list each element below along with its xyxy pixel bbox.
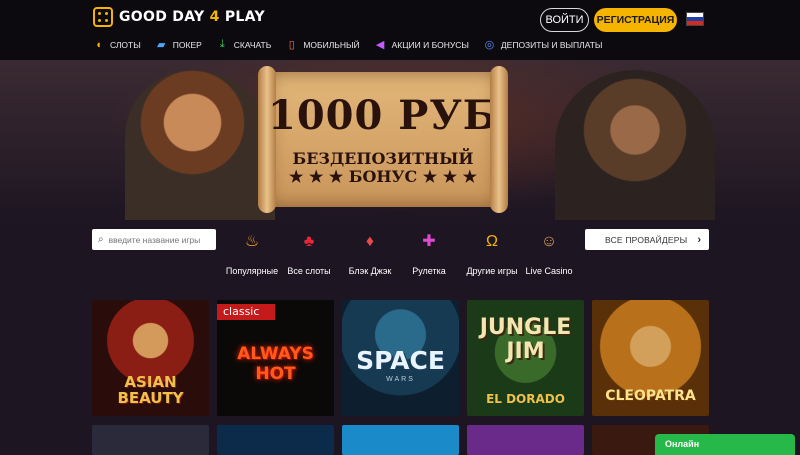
nav-item-mobile[interactable]: ▯ МОБИЛЬНЫЙ: [285, 38, 360, 51]
coins-icon: ◎: [484, 39, 495, 51]
register-button[interactable]: РЕГИСТРАЦИЯ: [594, 8, 677, 32]
search-input[interactable]: [108, 234, 209, 245]
chevron-right-icon: ›: [697, 233, 701, 246]
category-roulette[interactable]: ✚ Рулетка: [397, 231, 461, 276]
search-icon: ⌕: [98, 234, 104, 245]
category-filter: ♨ Популярные ♣ Все слоты ♦ Блэк Джэк ✚ Р…: [220, 231, 580, 279]
category-label: Все слоты: [287, 266, 331, 276]
game-title: ASIAN BEAUTY: [117, 373, 184, 407]
nav-label: СКАЧАТЬ: [233, 39, 272, 50]
nav-item-download[interactable]: ⤓ СКАЧАТЬ: [216, 38, 272, 51]
category-live-casino[interactable]: ☺ Live Casino: [517, 231, 581, 276]
cherries-icon: ♣: [303, 233, 315, 250]
brand-logo[interactable]: GOOD DAY 4 PLAY: [93, 7, 265, 27]
horseshoe-icon: Ω: [486, 233, 498, 250]
nav-item-poker[interactable]: ▰ ПОКЕР: [155, 38, 202, 51]
hero-character-right: [555, 70, 715, 220]
category-popular[interactable]: ♨ Популярные: [220, 231, 284, 276]
nav-label: ПОКЕР: [172, 39, 202, 50]
promo-banner[interactable]: 1000 РУБ БЕЗДЕПОЗИТНЫЙ ★ ★ ★ БОНУС ★ ★ ★: [0, 60, 800, 220]
playing-cards-icon: ♦: [365, 233, 375, 250]
game-tile-always-hot[interactable]: classic ALWAYS HOT: [217, 300, 334, 416]
game-tile-jungle-jim[interactable]: JUNGLE JIM EL DORADO: [467, 300, 584, 416]
category-other-games[interactable]: Ω Другие игры: [460, 231, 524, 276]
nav-item-deposits[interactable]: ◎ ДЕПОЗИТЫ И ВЫПЛАТЫ: [483, 38, 603, 51]
megaphone-icon: ◀: [375, 39, 385, 51]
nav-item-slots[interactable]: ◖ СЛОТЫ: [92, 38, 141, 51]
flame-icon: ♨: [244, 233, 260, 250]
nav-label: АКЦИИ И БОНУСЫ: [391, 39, 469, 50]
game-tile[interactable]: [467, 425, 584, 455]
cards-icon: ▰: [157, 39, 166, 51]
providers-label: ВСЕ ПРОВАЙДЕРЫ: [605, 234, 688, 245]
category-label: Популярные: [225, 266, 279, 276]
category-label: Рулетка: [412, 266, 446, 276]
nav-label: ДЕПОЗИТЫ И ВЫПЛАТЫ: [500, 39, 603, 50]
dice-icon: [93, 7, 113, 27]
russia-flag-icon[interactable]: [686, 12, 704, 26]
lemon-icon: ◖: [95, 38, 102, 51]
game-tile-space-wars[interactable]: SPACE WARS: [342, 300, 459, 416]
download-icon: ⤓: [219, 38, 225, 50]
nav-item-promotions[interactable]: ◀ АКЦИИ И БОНУСЫ: [374, 38, 469, 51]
main-nav: ◖ СЛОТЫ ▰ ПОКЕР ⤓ СКАЧАТЬ ▯ МОБИЛЬНЫЙ ◀ …: [92, 38, 602, 51]
game-tile[interactable]: [92, 425, 209, 455]
game-title: SPACE: [356, 346, 445, 375]
game-title: CLEOPATRA: [605, 388, 696, 404]
nav-label: СЛОТЫ: [110, 39, 141, 50]
category-blackjack[interactable]: ♦ Блэк Джэк: [338, 231, 402, 276]
game-title: JUNGLE JIM: [479, 315, 572, 364]
category-label: Другие игры: [466, 266, 518, 276]
game-badge: classic: [217, 304, 276, 320]
game-tile-cleopatra[interactable]: CLEOPATRA: [592, 300, 709, 416]
bonus-amount: 1000 РУБ: [268, 92, 498, 139]
game-tile[interactable]: [217, 425, 334, 455]
login-button[interactable]: ВОЙТИ: [540, 8, 589, 32]
category-label: Live Casino: [525, 266, 573, 276]
bonus-line-2: ★ ★ ★ БОНУС ★ ★ ★: [289, 167, 477, 186]
dealer-icon: ☺: [540, 233, 558, 250]
mobile-icon: ▯: [288, 39, 295, 51]
game-subtitle: EL DORADO: [486, 392, 565, 406]
game-search[interactable]: ⌕: [92, 229, 216, 250]
game-title: ALWAYS HOT: [237, 344, 314, 384]
nav-label: МОБИЛЬНЫЙ: [303, 39, 360, 50]
bonus-description: БЕЗДЕПОЗИТНЫЙ ★ ★ ★ БОНУС ★ ★ ★: [268, 150, 498, 186]
top-bar: GOOD DAY 4 PLAY ВОЙТИ РЕГИСТРАЦИЯ ◖ СЛОТ…: [0, 0, 800, 60]
bonus-scroll: 1000 РУБ БЕЗДЕПОЗИТНЫЙ ★ ★ ★ БОНУС ★ ★ ★: [258, 66, 508, 213]
roulette-icon: ✚: [422, 233, 436, 250]
brand-name: GOOD DAY 4 PLAY: [119, 9, 265, 25]
providers-dropdown[interactable]: ВСЕ ПРОВАЙДЕРЫ ›: [585, 229, 709, 250]
game-tile[interactable]: [342, 425, 459, 455]
category-label: Блэк Джэк: [348, 266, 392, 276]
game-tile-asian-beauty[interactable]: ASIAN BEAUTY: [92, 300, 209, 416]
online-chat-button[interactable]: Онлайн: [655, 434, 795, 455]
category-all-slots[interactable]: ♣ Все слоты: [277, 231, 341, 276]
game-subtitle: WARS: [386, 376, 415, 383]
bonus-line-1: БЕЗДЕПОЗИТНЫЙ: [292, 149, 474, 168]
